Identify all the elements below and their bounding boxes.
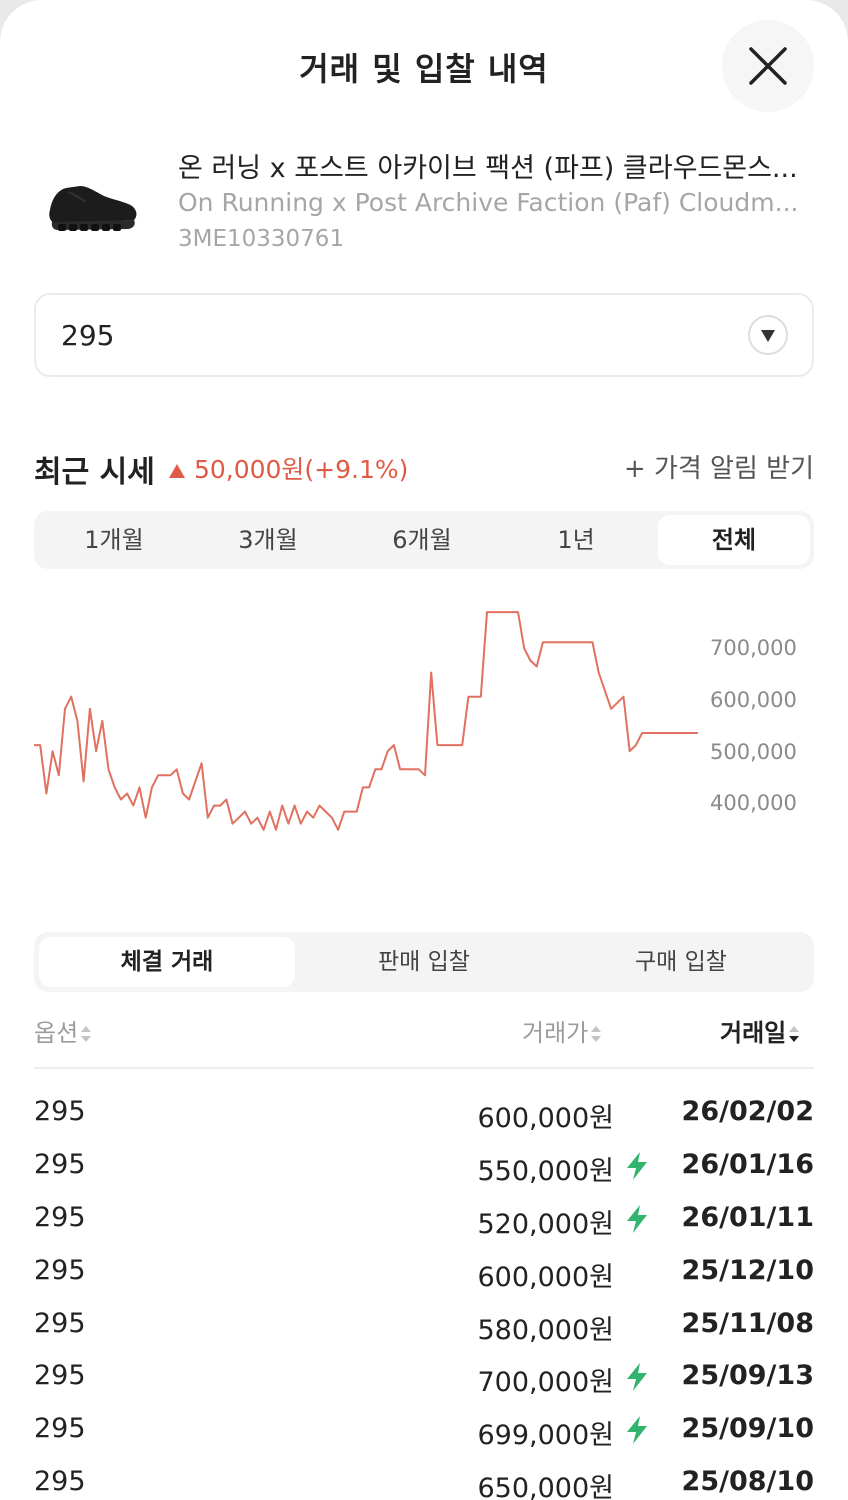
- table-row: 295 550,000원 26/01/16: [0, 1141, 848, 1193]
- table-header-divider: [34, 1067, 814, 1069]
- product-name-english: On Running x Post Archive Faction (Paf) …: [178, 188, 799, 217]
- column-header-option[interactable]: 옵션: [34, 1013, 92, 1048]
- price-chart: 700,000 600,000 500,000 400,000: [34, 611, 797, 831]
- row-option: 295: [34, 1308, 86, 1339]
- row-price: 550,000원: [477, 1156, 615, 1187]
- column-header-date[interactable]: 거래일: [720, 1013, 800, 1048]
- row-price: 700,000원: [477, 1367, 615, 1398]
- product-model-code: 3ME10330761: [178, 226, 345, 252]
- column-header-option-label: 옵션: [34, 1019, 79, 1047]
- lightning-bolt-icon: [627, 1363, 647, 1391]
- size-select-arrow: [748, 315, 788, 355]
- y-tick-700000: 700,000: [710, 636, 797, 660]
- triangle-up-icon: [169, 464, 185, 478]
- sheet-title: 거래 및 입찰 내역: [299, 50, 549, 88]
- row-price: 600,000원: [477, 1103, 615, 1134]
- row-date: 26/02/02: [681, 1096, 814, 1127]
- tab-1-month[interactable]: 1개월: [38, 515, 190, 565]
- row-date: 25/09/13: [681, 1360, 814, 1391]
- list-tabs: 체결 거래 판매 입찰 구매 입찰: [34, 932, 814, 992]
- sort-icon: [591, 1026, 602, 1042]
- close-button[interactable]: [722, 20, 814, 112]
- recent-price-change-text: 50,000원(+9.1%): [193, 455, 409, 484]
- period-tabs: 1개월 3개월 6개월 1년 전체: [34, 511, 814, 569]
- row-option: 295: [34, 1413, 86, 1444]
- tab-1-year[interactable]: 1년: [500, 515, 652, 565]
- row-option: 295: [34, 1255, 86, 1286]
- lightning-bolt-icon: [627, 1416, 647, 1444]
- product-name-korean: 온 러닝 x 포스트 아카이브 팩션 (파프) 클라우드몬스...: [178, 153, 798, 184]
- table-row: 295 650,000원 25/08/10: [0, 1458, 848, 1500]
- row-price: 650,000원: [477, 1473, 615, 1500]
- lightning-bolt-icon: [627, 1152, 647, 1180]
- row-price: 600,000원: [477, 1262, 615, 1293]
- row-option: 295: [34, 1360, 86, 1391]
- tab-all[interactable]: 전체: [658, 515, 810, 565]
- row-date: 26/01/16: [681, 1149, 814, 1180]
- row-price: 580,000원: [477, 1315, 615, 1346]
- tab-3-months[interactable]: 3개월: [192, 515, 344, 565]
- sort-icon: [81, 1026, 92, 1042]
- row-date: 25/09/10: [681, 1413, 814, 1444]
- row-option: 295: [34, 1202, 86, 1233]
- size-select[interactable]: 295: [34, 293, 814, 377]
- tab-6-months[interactable]: 6개월: [346, 515, 498, 565]
- lightning-bolt-icon: [627, 1205, 647, 1233]
- row-option: 295: [34, 1149, 86, 1180]
- size-select-value: 295: [61, 319, 115, 352]
- recent-price-change: 50,000원(+9.1%): [168, 450, 408, 486]
- tab-completed-trades[interactable]: 체결 거래: [39, 937, 295, 987]
- recent-price-label: 최근 시세: [34, 455, 155, 490]
- transaction-history-sheet: 거래 및 입찰 내역 온 러닝 x 포스트 아카이브 팩션 (파프) 클라우드몬…: [0, 0, 848, 1500]
- y-tick-600000: 600,000: [710, 688, 797, 712]
- tab-sell-bids[interactable]: 판매 입찰: [296, 937, 552, 987]
- price-alert-link[interactable]: + 가격 알림 받기: [624, 448, 814, 485]
- table-row: 295 699,000원 25/09/10: [0, 1405, 848, 1457]
- row-date: 25/08/10: [681, 1466, 814, 1497]
- chevron-down-icon: [761, 330, 775, 342]
- row-option: 295: [34, 1466, 86, 1497]
- table-row: 295 700,000원 25/09/13: [0, 1352, 848, 1404]
- row-date: 25/11/08: [681, 1308, 814, 1339]
- row-option: 295: [34, 1096, 86, 1127]
- y-tick-400000: 400,000: [710, 791, 797, 815]
- table-row: 295 520,000원 26/01/11: [0, 1194, 848, 1246]
- row-date: 26/01/11: [681, 1202, 814, 1233]
- price-line: [34, 611, 698, 831]
- table-row: 295 600,000원 26/02/02: [0, 1088, 848, 1140]
- table-row: 295 600,000원 25/12/10: [0, 1247, 848, 1299]
- y-tick-500000: 500,000: [710, 740, 797, 764]
- row-price: 699,000원: [477, 1420, 615, 1451]
- close-icon: [749, 47, 787, 85]
- product-image: [44, 180, 140, 234]
- row-price: 520,000원: [477, 1209, 615, 1240]
- black-running-shoe: [49, 186, 137, 231]
- column-header-price-label: 거래가: [522, 1019, 589, 1047]
- row-date: 25/12/10: [681, 1255, 814, 1286]
- sort-icon: [789, 1026, 800, 1042]
- tab-buy-bids[interactable]: 구매 입찰: [553, 937, 809, 987]
- column-header-date-label: 거래일: [720, 1019, 787, 1047]
- table-row: 295 580,000원 25/11/08: [0, 1300, 848, 1352]
- column-header-price[interactable]: 거래가: [522, 1013, 602, 1048]
